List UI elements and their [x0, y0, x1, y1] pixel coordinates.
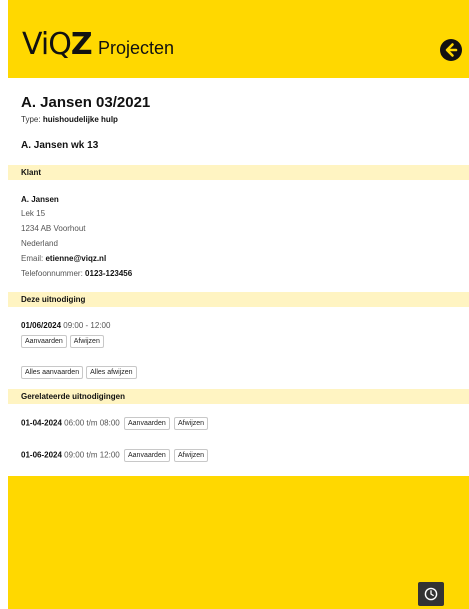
accept-all-button[interactable]: Alles aanvaarden	[21, 366, 84, 379]
page-title: Projecten	[98, 38, 175, 58]
invitation-time: 09:00 - 12:00	[63, 321, 111, 330]
client-name: A. Jansen	[21, 195, 59, 204]
client-name-text: A. Jansen	[21, 195, 59, 204]
invitation-date: 01/06/2024	[21, 321, 62, 330]
accept-button[interactable]: Aanvaarden	[21, 335, 67, 348]
project-detail-card: A. Jansen 03/2021 Type: huishoudelijke h…	[8, 78, 469, 476]
related-section-header: Gerelateerde uitnodigingen	[8, 389, 469, 404]
project-title: A. Jansen 03/2021	[21, 94, 151, 111]
logo-text-vi: Vi	[22, 27, 49, 62]
back-button[interactable]	[440, 39, 462, 61]
client-email: Email: etienne@viqz.nl	[21, 254, 106, 263]
phone-link[interactable]: 0123-123456	[85, 269, 132, 278]
client-section-header: Klant	[8, 165, 469, 180]
invitation-section-header: Deze uitnodiging	[8, 292, 469, 307]
related-decline-button[interactable]: Afwijzen	[173, 417, 209, 430]
email-label: Email:	[21, 254, 44, 263]
related-time: 09:00 t/m 12:00	[64, 450, 120, 460]
related-invitation-row: 01-04-2024 06:00 t/m 08:00 Aanvaarden Af…	[21, 417, 209, 430]
logo-text-z: Z	[70, 27, 93, 62]
decline-all-button[interactable]: Alles afwijzen	[86, 366, 137, 379]
email-link[interactable]: etienne@viqz.nl	[45, 254, 106, 263]
app-header: ViQZ Projecten	[8, 4, 469, 78]
project-type-value: huishoudelijke hulp	[42, 115, 118, 124]
viqz-logo[interactable]: ViQZ	[22, 27, 93, 62]
client-postal-city: 1234 AB Voorhout	[21, 224, 86, 233]
clock-icon	[424, 587, 438, 601]
logo-text-q: Q	[48, 27, 72, 62]
client-country: Nederland	[21, 239, 58, 248]
related-accept-button[interactable]: Aanvaarden	[123, 417, 170, 430]
invitation-datetime: 01/06/2024 09:00 - 12:00	[21, 321, 110, 330]
bulk-actions: Alles aanvaarden Alles afwijzen	[21, 366, 140, 379]
invitation-actions: Aanvaarden Afwijzen	[21, 335, 107, 348]
related-time: 06:00 t/m 08:00	[64, 418, 120, 428]
arrow-left-circle-icon	[445, 43, 458, 57]
related-decline-button[interactable]: Afwijzen	[173, 449, 209, 462]
history-button[interactable]	[418, 582, 444, 606]
phone-label: Telefoonnummer:	[21, 269, 83, 278]
related-invitation-row: 01-06-2024 09:00 t/m 12:00 Aanvaarden Af…	[21, 449, 209, 462]
client-phone: Telefoonnummer: 0123-123456	[21, 269, 132, 278]
related-accept-button[interactable]: Aanvaarden	[123, 449, 170, 462]
related-date: 01-04-2024	[21, 418, 62, 428]
project-type: Type: huishoudelijke hulp	[21, 115, 118, 124]
decline-button[interactable]: Afwijzen	[69, 335, 104, 348]
week-title: A. Jansen wk 13	[21, 140, 99, 151]
related-date: 01-06-2024	[21, 450, 62, 460]
client-street: Lek 15	[21, 209, 46, 218]
project-type-label: Type:	[21, 115, 41, 124]
